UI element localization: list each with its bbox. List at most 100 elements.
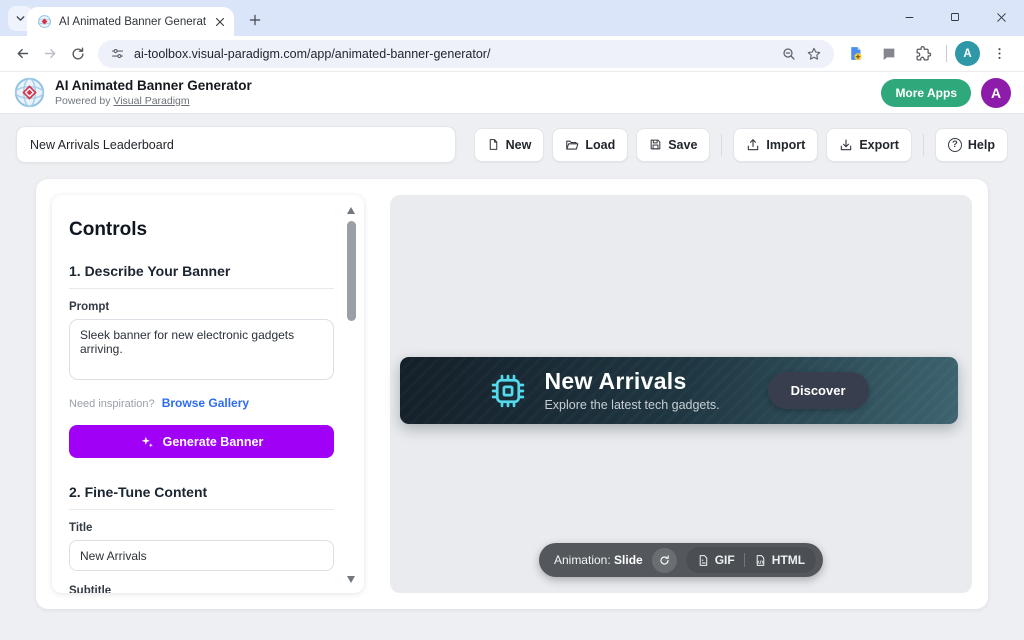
title-label: Title bbox=[69, 522, 334, 534]
side-panel-button[interactable] bbox=[840, 40, 870, 68]
reload-icon bbox=[70, 46, 86, 62]
app-title-block: AI Animated Banner Generator Powered by … bbox=[55, 78, 252, 107]
regenerate-animation-button[interactable] bbox=[652, 548, 677, 573]
reload-button[interactable] bbox=[64, 40, 92, 68]
zoom-icon[interactable] bbox=[781, 46, 797, 62]
step1-title: 1. Describe Your Banner bbox=[69, 263, 334, 279]
app-user-avatar[interactable]: A bbox=[981, 78, 1011, 108]
banner-cta-button[interactable]: Discover bbox=[768, 372, 869, 409]
chevron-down-icon bbox=[14, 12, 27, 25]
scroll-down-arrow-icon[interactable] bbox=[347, 576, 355, 583]
import-upload-icon bbox=[746, 138, 760, 152]
powered-by: Powered by Visual Paradigm bbox=[55, 95, 252, 107]
title-input[interactable] bbox=[69, 540, 334, 571]
section-divider bbox=[69, 288, 334, 289]
import-button[interactable]: Import bbox=[733, 128, 818, 162]
browser-profile-avatar[interactable]: A bbox=[955, 41, 980, 66]
animation-value: Slide bbox=[614, 553, 643, 567]
gif-file-icon bbox=[697, 554, 710, 567]
bookmark-star-icon[interactable] bbox=[806, 46, 822, 62]
banner-preview-area: New Arrivals Explore the latest tech gad… bbox=[390, 195, 972, 593]
inspiration-row: Need inspiration? Browse Gallery bbox=[69, 396, 334, 410]
tab-close-icon[interactable] bbox=[213, 15, 227, 29]
subtitle-label: Subtitle bbox=[69, 585, 334, 593]
more-apps-button[interactable]: More Apps bbox=[881, 79, 971, 107]
step2-title: 2. Fine-Tune Content bbox=[69, 484, 334, 500]
favicon-icon bbox=[37, 14, 52, 29]
browser-menu-button[interactable] bbox=[984, 40, 1014, 68]
generate-banner-button[interactable]: Generate Banner bbox=[69, 425, 334, 458]
minimize-icon bbox=[903, 11, 916, 24]
navbar-divider bbox=[946, 45, 947, 62]
new-button[interactable]: New bbox=[474, 128, 545, 162]
app-header: AI Animated Banner Generator Powered by … bbox=[0, 72, 1024, 114]
kebab-menu-icon bbox=[992, 46, 1007, 61]
workspace-card: Controls 1. Describe Your Banner Prompt … bbox=[36, 179, 988, 609]
section-divider bbox=[69, 509, 334, 510]
animation-control-bar: Animation: Slide GIF HTML bbox=[539, 543, 823, 577]
back-button[interactable] bbox=[8, 40, 36, 68]
microchip-icon bbox=[489, 372, 527, 410]
new-tab-button[interactable] bbox=[243, 8, 267, 32]
export-format-group: GIF HTML bbox=[686, 547, 816, 573]
help-button[interactable]: ? Help bbox=[935, 128, 1008, 162]
window-controls bbox=[886, 0, 1024, 34]
export-html-button[interactable]: HTML bbox=[754, 553, 805, 567]
banner-text-block: New Arrivals Explore the latest tech gad… bbox=[544, 369, 719, 411]
browse-gallery-link[interactable]: Browse Gallery bbox=[162, 396, 249, 410]
save-button[interactable]: Save bbox=[636, 128, 710, 162]
inspiration-text: Need inspiration? bbox=[69, 398, 155, 410]
scroll-up-arrow-icon[interactable] bbox=[347, 207, 355, 214]
format-divider bbox=[744, 553, 745, 567]
app-identity: AI Animated Banner Generator Powered by … bbox=[13, 76, 252, 109]
controls-scrollbar-thumb[interactable] bbox=[347, 221, 356, 321]
toolbar-divider bbox=[923, 134, 924, 156]
project-toolbar: New Load Save Import Export ? Help bbox=[0, 114, 1024, 173]
banner-title: New Arrivals bbox=[544, 369, 719, 394]
export-download-icon bbox=[839, 138, 853, 152]
generated-banner: New Arrivals Explore the latest tech gad… bbox=[400, 357, 958, 424]
site-info-icon[interactable] bbox=[110, 46, 125, 61]
prompt-textarea[interactable]: Sleek banner for new electronic gadgets … bbox=[69, 319, 334, 380]
puzzle-icon bbox=[915, 45, 932, 62]
load-button[interactable]: Load bbox=[552, 128, 628, 162]
export-button[interactable]: Export bbox=[826, 128, 912, 162]
chat-bubble-icon bbox=[881, 46, 897, 62]
sparkles-icon bbox=[140, 435, 154, 449]
navbar-right-icons: A bbox=[840, 40, 1016, 68]
refresh-icon bbox=[658, 554, 671, 567]
window-minimize-button[interactable] bbox=[886, 0, 932, 34]
forward-icon bbox=[42, 45, 59, 62]
url-bar[interactable]: ai-toolbox.visual-paradigm.com/app/anima… bbox=[98, 40, 834, 68]
window-close-button[interactable] bbox=[978, 0, 1024, 34]
back-icon bbox=[14, 45, 31, 62]
browser-tab-strip: AI Animated Banner Generator bbox=[0, 0, 1024, 36]
chat-bubble-button[interactable] bbox=[874, 40, 904, 68]
tab-title: AI Animated Banner Generator bbox=[59, 16, 206, 28]
help-icon: ? bbox=[948, 138, 962, 152]
browser-tab-active[interactable]: AI Animated Banner Generator bbox=[27, 7, 234, 36]
browser-navbar: ai-toolbox.visual-paradigm.com/app/anima… bbox=[0, 36, 1024, 72]
controls-panel: Controls 1. Describe Your Banner Prompt … bbox=[52, 195, 364, 593]
open-folder-icon bbox=[565, 138, 579, 152]
controls-heading: Controls bbox=[69, 219, 334, 241]
maximize-icon bbox=[949, 11, 961, 23]
save-floppy-icon bbox=[649, 138, 662, 151]
project-name-input[interactable] bbox=[16, 126, 456, 163]
toolbar-divider bbox=[721, 134, 722, 156]
new-file-icon bbox=[487, 138, 500, 151]
prompt-label: Prompt bbox=[69, 301, 334, 313]
banner-subtitle: Explore the latest tech gadgets. bbox=[544, 398, 719, 412]
close-icon bbox=[995, 11, 1008, 24]
doc-add-icon bbox=[847, 45, 864, 62]
url-text[interactable]: ai-toolbox.visual-paradigm.com/app/anima… bbox=[134, 47, 772, 61]
export-gif-button[interactable]: GIF bbox=[697, 553, 735, 567]
visual-paradigm-link[interactable]: Visual Paradigm bbox=[113, 95, 189, 107]
forward-button[interactable] bbox=[36, 40, 64, 68]
extensions-button[interactable] bbox=[908, 40, 938, 68]
window-maximize-button[interactable] bbox=[932, 0, 978, 34]
visual-paradigm-logo-icon bbox=[13, 76, 46, 109]
animation-status: Animation: Slide bbox=[554, 553, 643, 567]
plus-icon bbox=[248, 13, 262, 27]
html-file-icon bbox=[754, 554, 767, 567]
